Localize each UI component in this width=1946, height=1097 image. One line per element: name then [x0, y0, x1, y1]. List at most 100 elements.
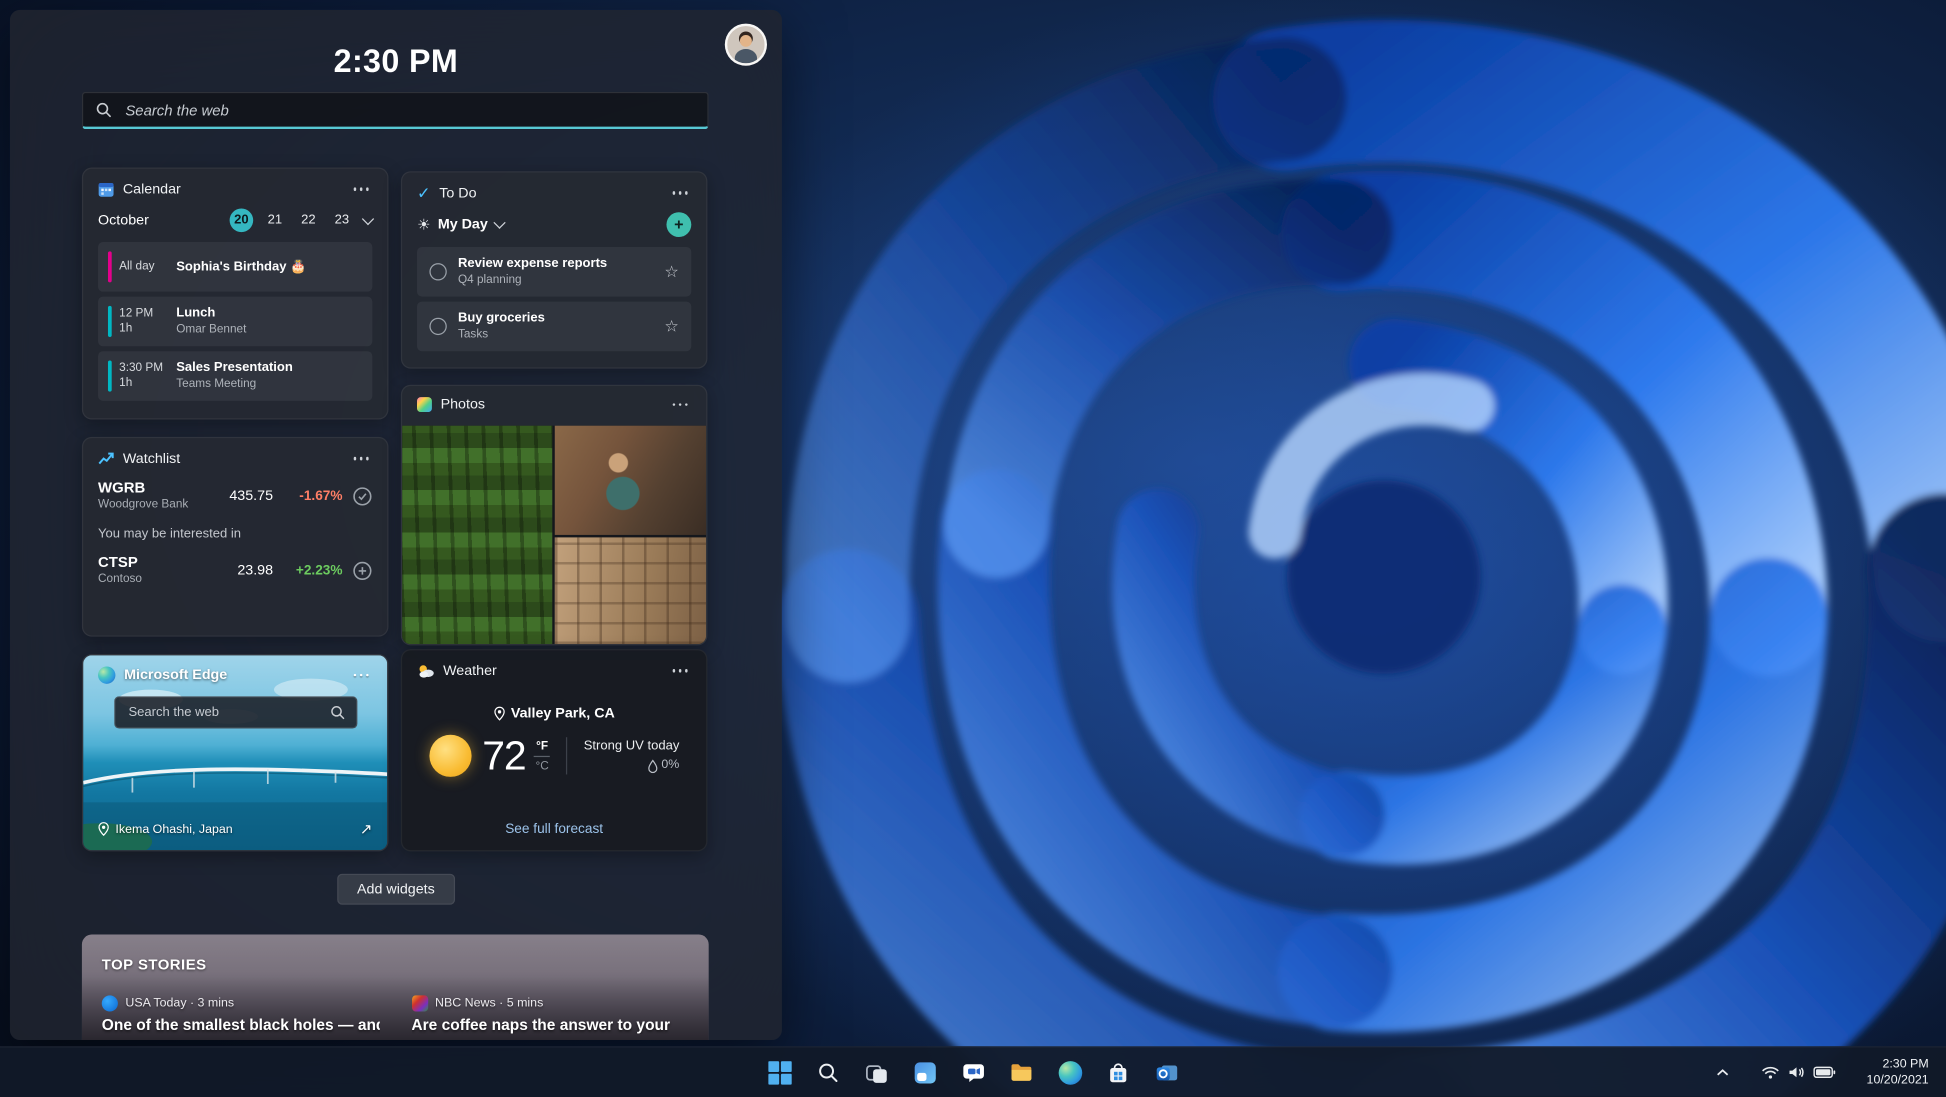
weather-title: Weather — [443, 663, 497, 679]
add-widgets-button[interactable]: Add widgets — [337, 873, 455, 905]
calendar-date[interactable]: 23 — [330, 209, 354, 233]
store-button[interactable] — [1097, 1053, 1139, 1091]
web-search-bar[interactable] — [81, 91, 709, 130]
start-button[interactable] — [758, 1053, 800, 1091]
edge-button[interactable] — [1049, 1053, 1091, 1091]
weather-widget[interactable]: Weather Valley Park, CA 72 °F °C Strong … — [400, 649, 708, 852]
stock-row[interactable]: CTSP Contoso 23.98 +2.23% — [98, 553, 372, 587]
news-story[interactable]: USA Today · 3 mins One of the smallest b… — [101, 995, 379, 1034]
photo-location-label: Ikema Ohashi, Japan — [115, 822, 233, 836]
edge-icon — [98, 666, 116, 684]
weather-location: Valley Park, CA — [510, 706, 615, 722]
event-time: 3:30 PM — [119, 361, 164, 375]
taskbar: 2:30 PM 10/20/2021 — [0, 1046, 1946, 1097]
stock-company: Woodgrove Bank — [98, 497, 189, 512]
stock-row[interactable]: WGRB Woodgrove Bank 435.75 -1.67% — [98, 480, 372, 512]
search-input[interactable] — [122, 99, 696, 120]
calendar-date[interactable]: 22 — [297, 209, 321, 233]
search-icon — [96, 102, 111, 118]
stock-price: 435.75 — [229, 488, 274, 504]
star-icon[interactable]: ☆ — [664, 262, 678, 282]
photos-title: Photos — [440, 397, 486, 413]
task-checkbox[interactable] — [429, 317, 447, 336]
unit-fahrenheit[interactable]: °F — [536, 739, 548, 753]
see-full-forecast-link[interactable]: See full forecast — [402, 822, 706, 837]
todo-widget[interactable]: ✓ To Do ☀ My Day + Review expense report… — [400, 171, 708, 369]
event-title: Sophia's Birthday 🎂 — [176, 258, 307, 274]
calendar-date-selected[interactable]: 20 — [229, 208, 254, 233]
wifi-icon — [1761, 1066, 1779, 1079]
more-options-icon[interactable] — [349, 670, 372, 681]
watchlist-title: Watchlist — [122, 451, 181, 467]
more-options-icon[interactable] — [668, 399, 691, 410]
chevron-down-icon[interactable] — [493, 216, 506, 229]
taskbar-search-button[interactable] — [807, 1053, 849, 1091]
widgets-panel: 2:30 PM Search the web Calendar October … — [9, 9, 782, 1041]
calendar-event-row[interactable]: 12 PM 1h Lunch Omar Bennet — [98, 296, 373, 347]
stock-price: 23.98 — [237, 563, 274, 579]
nbc-news-favicon — [411, 995, 428, 1012]
file-explorer-button[interactable] — [1000, 1053, 1042, 1091]
edge-search-input[interactable] — [125, 703, 323, 722]
external-link-icon[interactable]: ↗ — [360, 820, 372, 837]
story-meta: USA Today · 3 mins — [125, 996, 235, 1011]
search-icon — [330, 706, 344, 720]
folder-icon — [1011, 1064, 1032, 1081]
stock-chart-icon — [98, 452, 114, 465]
task-subtitle: Q4 planning — [457, 273, 522, 287]
edge-widget[interactable]: Microsoft Edge Ikema Ohashi, Japan ↗ — [81, 654, 389, 852]
chat-button[interactable] — [952, 1053, 994, 1091]
more-options-icon[interactable] — [349, 453, 372, 464]
stock-symbol: CTSP — [98, 553, 138, 571]
location-pin-icon — [98, 822, 109, 837]
event-title: Lunch — [176, 305, 216, 321]
weather-icon — [419, 665, 434, 678]
widgets-icon — [914, 1061, 936, 1083]
event-subtitle: Teams Meeting — [176, 377, 257, 391]
more-options-icon[interactable] — [349, 184, 372, 195]
chat-video-icon — [962, 1063, 984, 1082]
star-icon[interactable]: ☆ — [664, 316, 678, 336]
widgets-button[interactable] — [904, 1053, 946, 1091]
more-options-icon[interactable] — [668, 188, 691, 199]
watchlist-widget[interactable]: Watchlist WGRB Woodgrove Bank 435.75 -1.… — [81, 436, 389, 637]
calendar-event-row[interactable]: All day Sophia's Birthday 🎂 — [98, 242, 373, 292]
news-story[interactable]: NBC News · 5 mins Are coffee naps the an… — [411, 995, 688, 1034]
avatar-image — [727, 26, 765, 64]
taskbar-clock[interactable]: 2:30 PM 10/20/2021 — [1859, 1054, 1936, 1091]
event-time: All day — [119, 259, 155, 274]
unit-celsius[interactable]: °C — [536, 759, 549, 773]
add-task-button[interactable]: + — [666, 212, 692, 238]
interest-label: You may be interested in — [98, 526, 242, 542]
photo-tools-pegboard[interactable] — [554, 537, 707, 645]
task-checkbox[interactable] — [429, 263, 447, 281]
story-headline: Are coffee naps the answer to your — [411, 1016, 671, 1034]
more-options-icon[interactable] — [668, 666, 691, 677]
tray-chevron-up-icon[interactable] — [1710, 1062, 1735, 1082]
event-duration: 1h — [119, 321, 133, 336]
system-tray-status[interactable] — [1756, 1060, 1840, 1085]
task-title: Buy groceries — [457, 310, 545, 326]
calendar-month-label: October — [98, 212, 149, 228]
location-pin-icon — [493, 706, 505, 721]
edge-icon — [1058, 1060, 1082, 1085]
calendar-event-row[interactable]: 3:30 PM 1h Sales Presentation Teams Meet… — [98, 351, 373, 401]
todo-task-row[interactable]: Buy groceries Tasks ☆ — [417, 301, 692, 352]
avatar[interactable] — [724, 23, 767, 66]
edge-search-bar[interactable] — [113, 696, 357, 729]
task-view-button[interactable] — [855, 1053, 897, 1091]
calendar-widget[interactable]: Calendar October 20 21 22 23 All day Sop… — [81, 167, 389, 420]
store-bag-icon — [1110, 1062, 1127, 1082]
outlook-button[interactable] — [1146, 1053, 1188, 1091]
calendar-date[interactable]: 21 — [263, 209, 287, 233]
photos-widget[interactable]: Photos — [400, 384, 708, 646]
check-circle-icon[interactable] — [352, 487, 372, 507]
photo-vertical-garden[interactable] — [402, 425, 553, 645]
calendar-title: Calendar — [122, 181, 181, 197]
photo-workshop[interactable] — [554, 425, 707, 535]
add-circle-icon[interactable] — [352, 561, 372, 581]
todo-list-name[interactable]: My Day — [438, 217, 488, 232]
search-icon — [819, 1063, 838, 1082]
chevron-down-icon[interactable] — [361, 212, 375, 225]
todo-task-row[interactable]: Review expense reports Q4 planning ☆ — [417, 246, 692, 297]
